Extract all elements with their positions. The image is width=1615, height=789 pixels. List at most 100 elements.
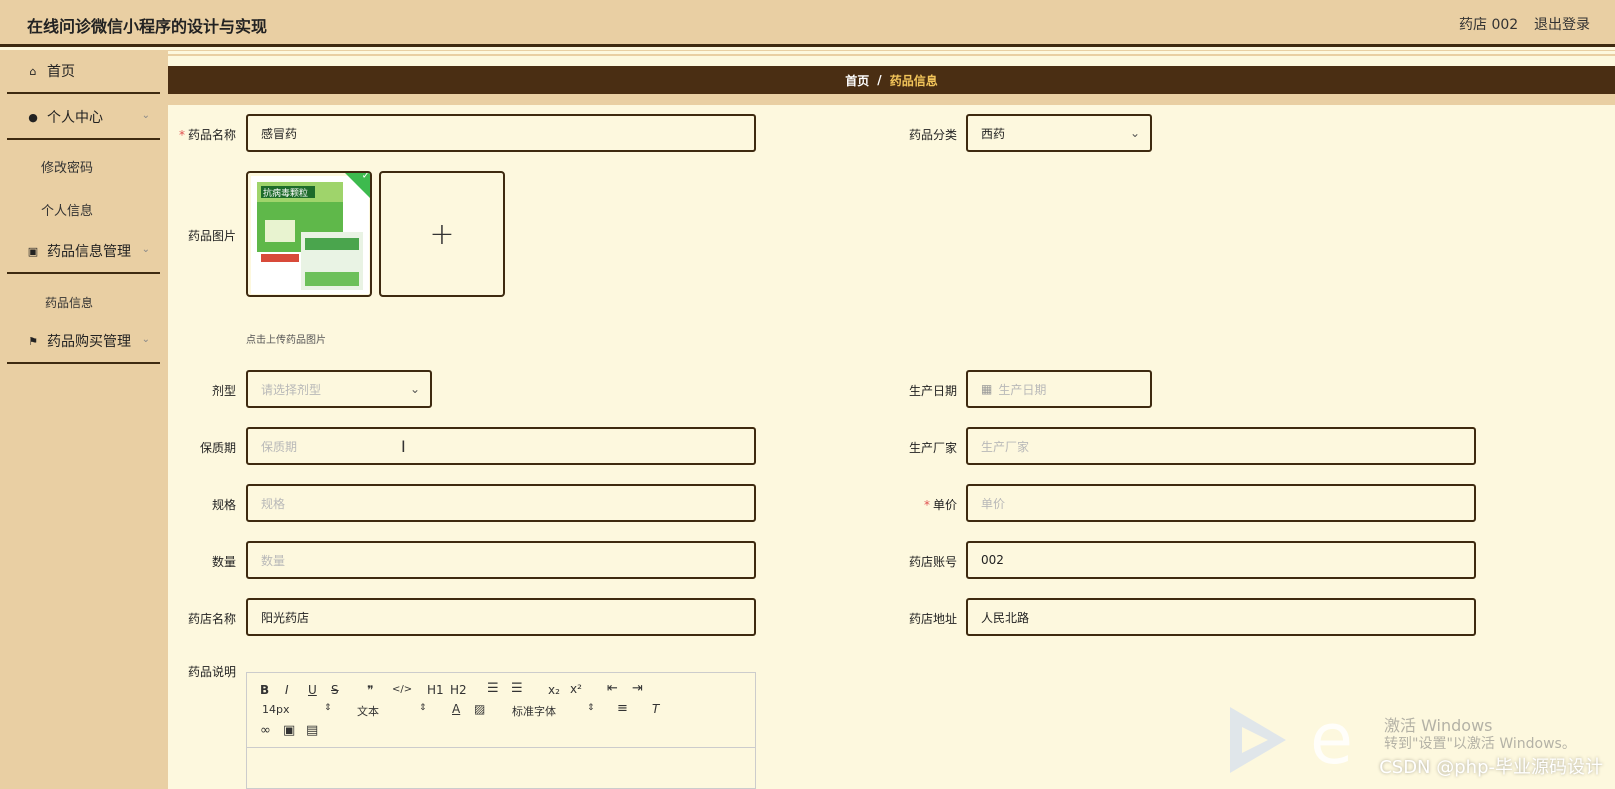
logout-button[interactable]: 退出登录 [1534, 14, 1590, 34]
header-select[interactable]: 文本 [357, 703, 379, 719]
rich-text-editor[interactable]: B I U S ❞ </> H1 H2 ☰ ☰ x₂ x² ⇤ ⇥ 14px ⇕… [246, 672, 756, 789]
drug-category-value: 西药 [981, 126, 1006, 141]
chevron-down-icon: ⌄ [141, 110, 150, 121]
sidebar: ⌂ 首页 ● 个人中心 ⌄ 修改密码 个人信息 ▣ 药品信息管理 ⌄ 药品信息 … [0, 50, 168, 789]
clear-format-icon[interactable]: T [652, 702, 659, 716]
bold-button[interactable]: B [260, 683, 269, 697]
dosage-select[interactable]: 请选择剂型 ⌄ [246, 370, 432, 408]
updown-icon: ⇕ [419, 703, 427, 713]
breadcrumb-current: 药品信息 [889, 73, 938, 88]
store-name-input[interactable]: 阳光药店 [246, 598, 756, 636]
sidebar-item-label: 个人中心 [47, 110, 103, 126]
drug-image-label: 药品图片 [187, 229, 236, 243]
drug-category-label: 药品分类 [908, 128, 957, 142]
spec-input[interactable]: 规格 [246, 484, 756, 522]
video-logo-icon [1230, 707, 1286, 773]
flag-icon: ⚑ [28, 334, 38, 348]
font-size-select[interactable]: 14px [262, 703, 290, 716]
production-date-label: 生产日期 [908, 384, 957, 398]
h1-button[interactable]: H1 [427, 683, 444, 697]
clipboard-icon: ▣ [27, 244, 39, 258]
store-account-label: 药店账号 [908, 555, 957, 569]
quantity-label: 数量 [211, 555, 236, 569]
chevron-down-icon: ⌄ [141, 334, 150, 345]
manufacturer-input[interactable]: 生产厂家 [966, 427, 1476, 465]
sidebar-item-label: 药品购买管理 [47, 334, 131, 350]
subscript-button[interactable]: x₂ [548, 683, 560, 697]
production-date-picker[interactable]: ▦ 生产日期 [966, 370, 1152, 408]
top-strip [168, 50, 1615, 56]
chevron-down-icon: ⌄ [141, 244, 150, 255]
align-icon[interactable]: ≡ [617, 701, 628, 716]
watermark-logo-icon: e [1310, 698, 1354, 780]
breadcrumb-home[interactable]: 首页 [845, 72, 869, 89]
drug-name-label: * 药品名称 [178, 128, 236, 142]
store-name-label: 药店名称 [187, 612, 236, 626]
sidebar-item-drug-info[interactable]: 药品信息 [45, 294, 93, 311]
sidebar-item-change-password[interactable]: 修改密码 [41, 157, 93, 176]
app-header: 在线问诊微信小程序的设计与实现 药店 002 退出登录 [0, 0, 1615, 47]
dosage-label: 剂型 [211, 384, 236, 398]
text-cursor-icon: I [401, 437, 406, 456]
store-address-input[interactable]: 人民北路 [966, 598, 1476, 636]
chevron-down-icon: ⌄ [409, 382, 420, 396]
updown-icon: ⇕ [324, 703, 332, 713]
shelf-life-input[interactable]: 保质期 [246, 427, 756, 465]
home-icon: ⌂ [29, 64, 37, 78]
user-icon: ● [28, 110, 38, 124]
image-icon[interactable]: ▣ [283, 723, 295, 738]
updown-icon: ⇕ [587, 703, 595, 713]
blockquote-button[interactable]: ❞ [367, 683, 373, 697]
text-color-icon[interactable]: A [452, 702, 460, 716]
drug-box-image: 抗病毒颗粒 [251, 176, 369, 294]
store-account-input[interactable]: 002 [966, 541, 1476, 579]
font-family-select[interactable]: 标准字体 [512, 703, 556, 719]
outdent-icon[interactable]: ⇤ [607, 681, 618, 696]
underline-button[interactable]: U [308, 683, 317, 697]
strike-button[interactable]: S [331, 683, 339, 697]
editor-toolbar: B I U S ❞ </> H1 H2 ☰ ☰ x₂ x² ⇤ ⇥ 14px ⇕… [247, 673, 755, 748]
plus-icon: + [429, 216, 455, 252]
shelf-life-label: 保质期 [199, 441, 236, 455]
store-address-label: 药店地址 [908, 612, 957, 626]
breadcrumb: 首页 / 药品信息 [168, 66, 1615, 94]
upload-hint: 点击上传药品图片 [246, 335, 326, 346]
sidebar-item-label: 首页 [47, 64, 75, 80]
sidebar-item-drug-info-mgmt[interactable]: ▣ 药品信息管理 ⌄ [7, 230, 160, 274]
drug-name-input[interactable]: 感冒药 [246, 114, 756, 152]
sidebar-item-personal-info[interactable]: 个人信息 [41, 200, 93, 219]
manufacturer-label: 生产厂家 [908, 441, 957, 455]
indent-icon[interactable]: ⇥ [632, 681, 643, 696]
bullet-list-icon[interactable]: ☰ [511, 681, 523, 696]
sidebar-item-home[interactable]: ⌂ 首页 [7, 50, 160, 94]
spec-label: 规格 [211, 498, 236, 512]
check-icon: ✓ [361, 171, 370, 182]
app-title: 在线问诊微信小程序的设计与实现 [27, 17, 268, 36]
price-input[interactable]: 单价 [966, 484, 1476, 522]
code-block-button[interactable]: </> [392, 684, 412, 695]
link-icon[interactable]: ∞ [260, 723, 271, 738]
chevron-down-icon: ⌄ [1129, 126, 1140, 140]
csdn-watermark: CSDN @php-毕业源码设计 [1379, 757, 1603, 778]
sidebar-item-personal-center[interactable]: ● 个人中心 ⌄ [7, 96, 160, 140]
background-color-icon[interactable]: ▨ [474, 702, 485, 716]
thumb-text: 抗病毒颗粒 [263, 187, 308, 199]
h2-button[interactable]: H2 [450, 683, 467, 697]
italic-button[interactable]: I [285, 683, 289, 697]
price-label: * 单价 [923, 498, 957, 512]
drug-category-select[interactable]: 西药 ⌄ [966, 114, 1152, 152]
calendar-icon: ▦ [981, 382, 993, 396]
ordered-list-icon[interactable]: ☰ [487, 681, 499, 696]
breadcrumb-underbar [168, 94, 1615, 105]
image-upload-button[interactable]: + [379, 171, 505, 297]
dosage-placeholder: 请选择剂型 [261, 382, 322, 397]
sidebar-item-drug-purchase-mgmt[interactable]: ⚑ 药品购买管理 ⌄ [7, 320, 160, 364]
breadcrumb-separator: / [877, 73, 882, 87]
production-date-placeholder: 生产日期 [998, 382, 1047, 397]
drug-image-thumbnail[interactable]: 抗病毒颗粒 ✓ [246, 171, 372, 297]
video-icon[interactable]: ▤ [306, 723, 318, 738]
superscript-button[interactable]: x² [570, 682, 582, 696]
description-label: 药品说明 [187, 665, 236, 679]
windows-activation-subtitle: 转到"设置"以激活 Windows。 [1384, 736, 1576, 752]
quantity-input[interactable]: 数量 [246, 541, 756, 579]
